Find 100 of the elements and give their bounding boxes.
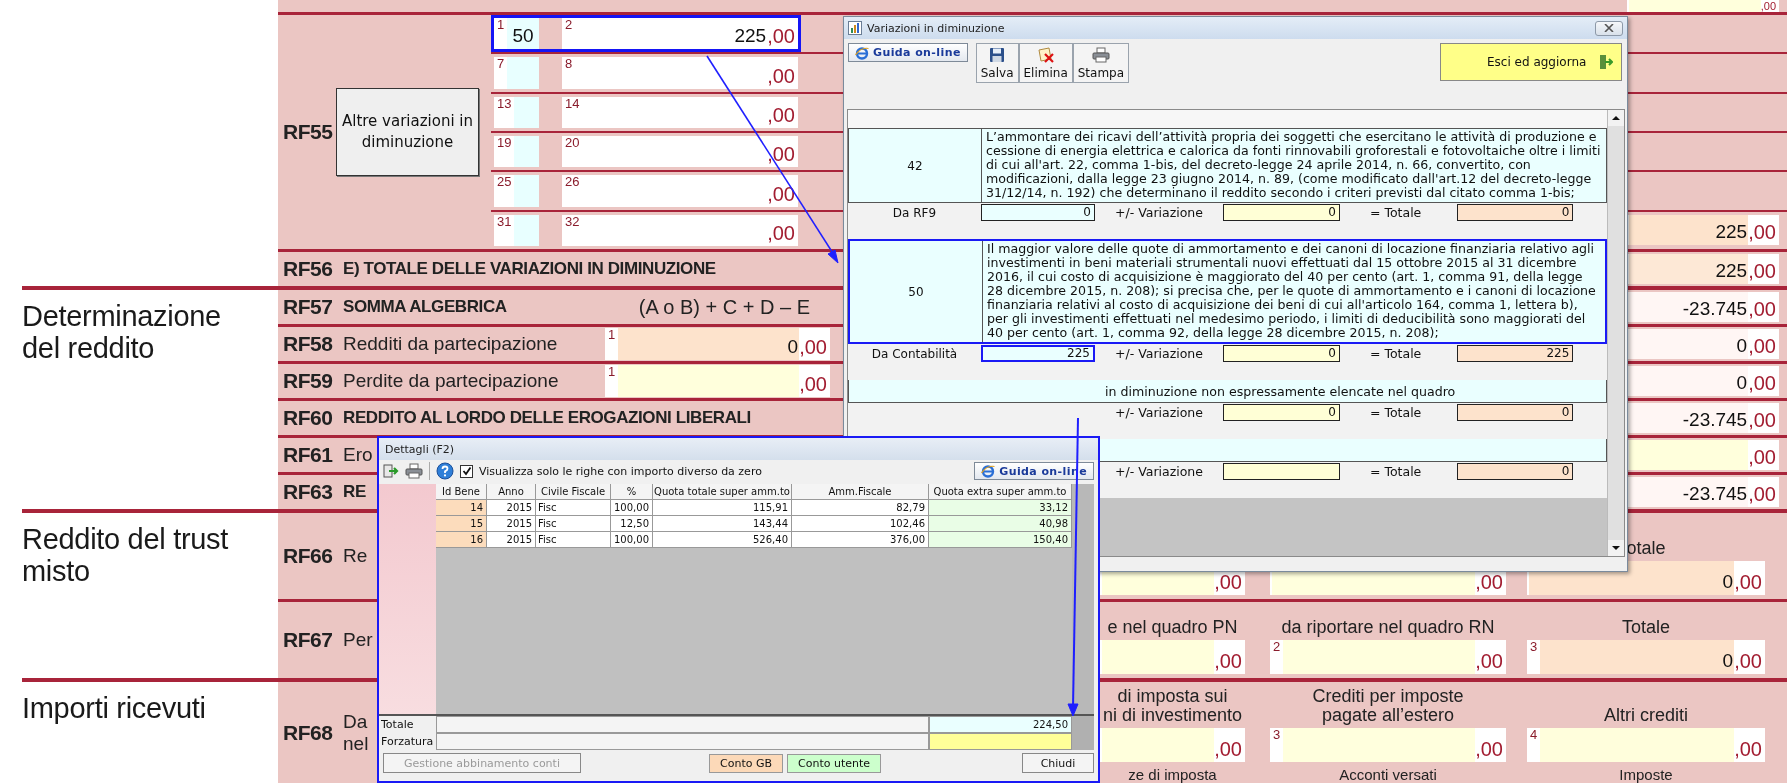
amount-field[interactable]: ,00: [1100, 728, 1245, 762]
override-field[interactable]: [929, 733, 1072, 750]
column-header[interactable]: Quota totale super amm.to: [653, 484, 792, 500]
cents-text: ,00: [767, 220, 796, 246]
source-field[interactable]: 0: [981, 204, 1095, 221]
source-field[interactable]: 225: [981, 345, 1095, 362]
total-label: = Totale: [1370, 405, 1422, 420]
total-field[interactable]: 0: [1457, 463, 1574, 480]
number-field[interactable]: 19: [494, 136, 539, 168]
amount-field[interactable]: 0,00: [1627, 329, 1779, 359]
amount-field[interactable]: 0,00: [1627, 366, 1779, 396]
amount-field[interactable]: 8 ,00: [562, 57, 798, 89]
close-button[interactable]: [1595, 20, 1623, 36]
help-button[interactable]: Guida on-line: [848, 43, 968, 62]
column-header[interactable]: Amm.Fiscale: [792, 484, 929, 500]
entry-code: 42: [849, 129, 982, 202]
amount-field[interactable]: 1 0,00: [605, 328, 830, 360]
amount-value: -23.745: [1682, 482, 1748, 506]
change-label: +/- Variazione: [1115, 464, 1203, 479]
entry-description: in diminuzione non espressamente elencate nel quadro: [1105, 383, 1456, 399]
change-field[interactable]: 0: [1223, 345, 1340, 362]
column-header[interactable]: Anno: [487, 484, 536, 500]
variations-button[interactable]: Altre variazioni in diminuzione: [336, 88, 479, 176]
column-heading: otale: [1626, 539, 1666, 558]
scrollbar[interactable]: [1607, 110, 1624, 556]
row-code: RF59: [282, 368, 334, 394]
amount-field[interactable]: 32 ,00: [562, 214, 798, 246]
row-label: RE: [343, 482, 366, 502]
cents-text: ,00: [1734, 737, 1763, 762]
amount-field[interactable]: 3 0,00: [1527, 640, 1765, 674]
number-field[interactable]: 13: [494, 96, 539, 128]
cents-text: ,00: [1475, 649, 1504, 674]
row-code: RF58: [282, 331, 334, 357]
change-field[interactable]: 0: [1223, 204, 1340, 221]
change-field[interactable]: [1223, 463, 1340, 480]
row-label: Da: [343, 710, 368, 733]
total-field[interactable]: 0: [1457, 404, 1574, 421]
cents-text: ,00: [799, 335, 828, 360]
window-title: Variazioni in diminuzione: [867, 21, 1005, 35]
amount-field[interactable]: 225,00: [1627, 215, 1779, 246]
override-label: Forzatura: [380, 734, 435, 750]
section-title: Importi ricevuti: [22, 692, 207, 724]
row-code: RF67: [282, 627, 334, 653]
column-heading: ni di investimento: [1102, 706, 1243, 725]
total-label: = Totale: [1370, 346, 1422, 361]
table-cell: 100,00: [611, 532, 653, 548]
cents-text: ,00: [1748, 297, 1777, 322]
change-field[interactable]: 0: [1223, 404, 1340, 421]
legend-chip: Conto utente: [787, 753, 882, 773]
amount-field[interactable]: 225,00: [1627, 254, 1779, 284]
toolbar-button[interactable]: Salva: [975, 43, 1019, 83]
amount-field[interactable]: 2 ,00: [1270, 640, 1506, 674]
total-field[interactable]: 225: [1457, 345, 1574, 362]
exit-button[interactable]: Esci ed aggiorna: [1440, 43, 1622, 81]
row-code: RF68: [282, 719, 334, 746]
amount-field[interactable]: -23.745,00: [1627, 292, 1779, 322]
amount-field[interactable]: 14 ,00: [562, 96, 798, 128]
amount-field[interactable]: 4 ,00: [1527, 728, 1765, 762]
field-number: 20: [564, 136, 581, 150]
number-field[interactable]: 1 50: [494, 18, 539, 50]
number-field[interactable]: 25: [494, 175, 539, 207]
total-label: = Totale: [1370, 205, 1422, 220]
cents-text: ,00: [1214, 649, 1243, 674]
table-cell: 100,00: [611, 500, 653, 516]
amount-value: 0: [1736, 334, 1748, 358]
amount-field[interactable]: ,00: [1100, 640, 1245, 674]
amount-value: 225: [1715, 220, 1748, 245]
amount-field[interactable]: 2 225,00: [562, 18, 798, 50]
field-number: 1: [496, 18, 506, 32]
table-cell: 376,00: [792, 532, 929, 548]
amount-value: 0: [1722, 570, 1734, 594]
amount-field[interactable]: -23.745,00: [1627, 403, 1779, 433]
table-cell: 150,40: [929, 532, 1072, 548]
field-number: 25: [496, 175, 513, 190]
checkbox[interactable]: [460, 464, 473, 478]
amount-field[interactable]: -23.745,00: [1627, 477, 1779, 507]
amount-field[interactable]: 1 ,00: [605, 365, 830, 397]
change-label: +/- Variazione: [1115, 405, 1203, 420]
column-header[interactable]: Civile Fiscale: [536, 484, 611, 500]
cents-text: ,00: [1475, 737, 1504, 762]
field-number: 2: [564, 18, 574, 32]
scrollbar[interactable]: [1072, 484, 1094, 714]
amount-field[interactable]: 20 ,00: [562, 136, 798, 168]
number-field[interactable]: 7: [494, 57, 539, 89]
cents-text: ,00: [1760, 1, 1777, 12]
toolbar-button[interactable]: Elimina: [1018, 43, 1073, 83]
column-header[interactable]: Id Bene: [436, 484, 487, 500]
amount-field[interactable]: ,00: [1627, 440, 1779, 470]
amount-field[interactable]: 3 ,00: [1270, 728, 1506, 762]
total-field[interactable]: 0: [1457, 204, 1574, 221]
column-header[interactable]: Quota extra super amm.to: [929, 484, 1072, 500]
total-field[interactable]: 224,50: [929, 716, 1072, 733]
table-cell: 16: [436, 532, 487, 548]
close-button[interactable]: Chiudi: [1022, 753, 1094, 773]
column-header[interactable]: %: [611, 484, 653, 500]
amount-field[interactable]: ,00: [1627, 0, 1779, 12]
cents-text: ,00: [799, 372, 828, 397]
toolbar-button[interactable]: Stampa: [1072, 43, 1130, 83]
amount-field[interactable]: 26 ,00: [562, 175, 798, 207]
number-field[interactable]: 31: [494, 214, 539, 246]
